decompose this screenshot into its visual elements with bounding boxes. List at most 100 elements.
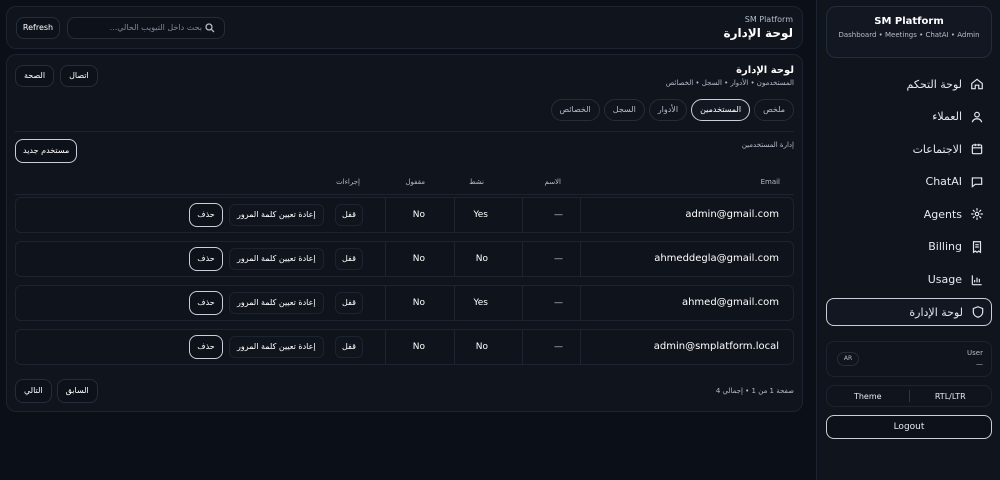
divider xyxy=(580,242,581,276)
tab-roles[interactable]: الأدوار xyxy=(648,99,688,121)
search-input[interactable]: بحث داخل التبويب الحالي... xyxy=(67,17,225,39)
new-user-button[interactable]: مستخدم جديد xyxy=(15,139,78,163)
sidebar-item-label: لوحة التحكم xyxy=(906,77,962,91)
delete-button[interactable]: حذف xyxy=(189,335,223,359)
theme-direction-row: RTL/LTR Theme xyxy=(826,385,992,407)
reset-password-button[interactable]: إعادة تعيين كلمة المرور xyxy=(229,336,324,358)
gear-icon xyxy=(970,207,984,221)
divider xyxy=(522,330,523,364)
sidebar-item-label: لوحة الإدارة xyxy=(909,305,963,319)
direction-toggle[interactable]: RTL/LTR xyxy=(910,392,992,401)
divider xyxy=(580,198,581,232)
divider xyxy=(385,198,386,232)
reset-password-button[interactable]: إعادة تعيين كلمة المرور xyxy=(229,292,324,314)
divider xyxy=(522,242,523,276)
reset-password-button[interactable]: إعادة تعيين كلمة المرور xyxy=(229,204,324,226)
divider xyxy=(522,198,523,232)
shield-icon xyxy=(971,305,985,319)
sidebar-item-chatai[interactable]: ChatAI xyxy=(826,168,992,196)
cell-email: admin@gmail.com xyxy=(685,209,779,220)
health-button[interactable]: الصحة xyxy=(15,65,55,87)
divider xyxy=(580,286,581,320)
delete-button[interactable]: حذف xyxy=(189,203,223,227)
sidebar-item-label: العملاء xyxy=(932,110,962,124)
home-icon xyxy=(970,77,984,91)
admin-panel: الصحة اتصال لوحة الإدارة المستخدمون • ال… xyxy=(6,54,803,412)
lock-button[interactable]: قفل xyxy=(335,204,363,226)
refresh-button[interactable]: Refresh xyxy=(16,17,60,39)
search-icon xyxy=(204,22,216,34)
connect-button[interactable]: اتصال xyxy=(60,65,98,87)
sidebar-item-usage[interactable]: Usage xyxy=(826,266,992,294)
page-info: صفحة 1 من 1 • إجمالي 4 xyxy=(715,387,794,395)
sidebar-item-admin[interactable]: لوحة الإدارة xyxy=(826,298,992,327)
tab-log[interactable]: السجل xyxy=(603,99,645,121)
prev-page-button[interactable]: السابق xyxy=(56,379,98,403)
language-badge[interactable]: AR xyxy=(837,352,859,366)
table-header: Email الاسم نشط مقفول إجراءات xyxy=(15,171,794,195)
divider xyxy=(385,242,386,276)
chart-icon xyxy=(970,273,984,287)
column-actions: إجراءات xyxy=(336,178,360,186)
divider xyxy=(580,330,581,364)
user-icon xyxy=(970,110,984,124)
cell-email: ahmed@gmail.com xyxy=(681,297,779,308)
search-placeholder: بحث داخل التبويب الحالي... xyxy=(109,23,202,32)
table-row: admin@gmail.com — Yes No قفل إعادة تعيين… xyxy=(15,197,794,233)
page-title: لوحة الإدارة xyxy=(723,26,793,40)
page-header: SM Platform لوحة الإدارة xyxy=(724,15,793,40)
table-row: ahmeddegla@gmail.com — No No قفل إعادة ت… xyxy=(15,241,794,277)
user-value: — xyxy=(976,360,983,368)
panel-title: لوحة الإدارة xyxy=(736,65,794,76)
sidebar-item-billing[interactable]: Billing xyxy=(826,233,992,261)
logout-button[interactable]: Logout xyxy=(826,415,992,439)
divider xyxy=(454,242,455,276)
user-label: User xyxy=(967,349,983,357)
column-locked: مقفول xyxy=(405,178,425,186)
cell-name: — xyxy=(554,342,563,352)
divider xyxy=(385,330,386,364)
sidebar-item-agents[interactable]: Agents xyxy=(826,200,992,228)
sidebar-item-label: الاجتماعات xyxy=(912,142,962,156)
sidebar-item-meetings[interactable]: الاجتماعات xyxy=(826,135,992,163)
sidebar: SM Platform Dashboard • Meetings • ChatA… xyxy=(816,0,1000,480)
lock-button[interactable]: قفل xyxy=(335,336,363,358)
brand-subtitle: Dashboard • Meetings • ChatAI • Admin xyxy=(838,31,980,39)
reset-password-button[interactable]: إعادة تعيين كلمة المرور xyxy=(229,248,324,270)
sidebar-nav: لوحة التحكم العملاء الاجتماعات ChatAI Ag… xyxy=(826,70,992,331)
divider xyxy=(385,286,386,320)
divider xyxy=(522,286,523,320)
brand-title: SM Platform xyxy=(874,16,944,27)
cell-email: ahmeddegla@gmail.com xyxy=(654,253,779,264)
delete-button[interactable]: حذف xyxy=(189,291,223,315)
admin-tabs: ملخص المستخدمين الأدوار السجل الخصائص xyxy=(550,99,794,121)
cell-active: Yes xyxy=(473,210,488,220)
cell-locked: No xyxy=(412,298,425,308)
delete-button[interactable]: حذف xyxy=(189,247,223,271)
column-email: Email xyxy=(760,178,780,186)
divider xyxy=(454,330,455,364)
next-page-button[interactable]: التالي xyxy=(15,379,52,403)
page-kicker: SM Platform xyxy=(744,15,793,24)
table-row: admin@smplatform.local — No No قفل إعادة… xyxy=(15,329,794,365)
sidebar-item-dashboard[interactable]: لوحة التحكم xyxy=(826,70,992,98)
sidebar-item-label: Agents xyxy=(923,207,962,221)
sidebar-item-clients[interactable]: العملاء xyxy=(826,103,992,131)
column-name: الاسم xyxy=(544,178,561,186)
tab-properties[interactable]: الخصائص xyxy=(550,99,600,121)
tab-users[interactable]: المستخدمين xyxy=(691,99,751,121)
cell-active: No xyxy=(475,342,488,352)
sidebar-item-label: Usage xyxy=(927,273,962,287)
lock-button[interactable]: قفل xyxy=(335,248,363,270)
cell-locked: No xyxy=(412,254,425,264)
sidebar-item-label: ChatAI xyxy=(925,175,962,189)
theme-toggle[interactable]: Theme xyxy=(827,392,909,401)
tab-summary[interactable]: ملخص xyxy=(754,99,794,121)
lock-button[interactable]: قفل xyxy=(335,292,363,314)
divider xyxy=(454,286,455,320)
cell-name: — xyxy=(554,298,563,308)
topbar: Refresh بحث داخل التبويب الحالي... SM Pl… xyxy=(6,6,803,49)
cell-name: — xyxy=(554,254,563,264)
breadcrumb: المستخدمون • الأدوار • السجل • الخصائص xyxy=(665,79,794,87)
column-active: نشط xyxy=(469,178,484,186)
